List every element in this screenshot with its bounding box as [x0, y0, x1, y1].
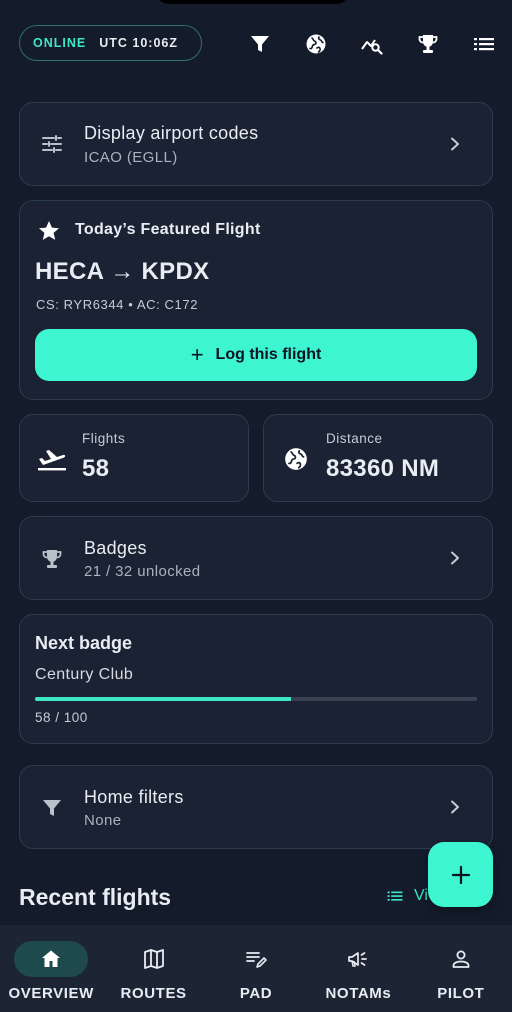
nav-label: OVERVIEW	[8, 985, 94, 1002]
next-badge-progress-fill	[35, 697, 292, 701]
recent-flights-heading: Recent flights	[19, 884, 172, 910]
view-all-label: Vi	[414, 887, 428, 904]
next-badge-progress-bar	[35, 697, 477, 701]
log-flight-button[interactable]: + Log this flight	[35, 329, 477, 381]
status-pill: ONLINE UTC 10:06Z	[19, 25, 202, 61]
filter-icon	[40, 796, 64, 820]
nav-label: PAD	[239, 985, 273, 1002]
badges-row[interactable]: Badges 21 / 32 unlocked	[19, 516, 493, 600]
megaphone-icon	[321, 941, 395, 977]
plus-icon	[451, 865, 470, 884]
notes-edit-icon	[219, 941, 293, 977]
chevron-right-icon	[451, 551, 459, 565]
flights-stat-card: Flights 58	[19, 414, 249, 502]
distance-stat-card: Distance 83360 NM	[263, 414, 493, 502]
globe-icon[interactable]	[304, 32, 328, 56]
badges-title: Badges	[84, 538, 147, 558]
bottom-navigation: OVERVIEW ROUTES PAD NOTAMs PILOT	[0, 925, 512, 1012]
trophy-icon	[40, 547, 64, 571]
airport-codes-value: ICAO (EGLL)	[84, 149, 178, 166]
utc-time: UTC 10:06Z	[99, 36, 179, 50]
next-badge-card: Next badge Century Club 58 / 100	[19, 614, 493, 744]
filter-icon[interactable]	[248, 32, 272, 56]
home-filters-value: None	[84, 812, 122, 829]
nav-notams[interactable]: NOTAMs	[307, 925, 409, 1012]
home-icon	[14, 941, 89, 977]
person-icon	[424, 941, 498, 977]
star-icon	[39, 221, 59, 240]
chart-search-icon[interactable]	[360, 32, 384, 56]
plus-icon: +	[190, 342, 204, 367]
globe-icon	[285, 448, 307, 470]
add-flight-fab[interactable]	[428, 842, 493, 907]
featured-flight-title: Today’s Featured Flight	[75, 221, 261, 238]
log-flight-label: Log this flight	[215, 346, 322, 363]
nav-label: NOTAMs	[325, 985, 392, 1002]
chevron-right-icon	[451, 800, 459, 814]
sliders-icon	[40, 132, 64, 156]
home-filters-title: Home filters	[84, 787, 184, 807]
nav-label: ROUTES	[120, 985, 187, 1002]
next-badge-name: Century Club	[35, 666, 134, 683]
badges-count: 21 / 32 unlocked	[84, 563, 201, 580]
featured-route: HECA → KPDX	[35, 258, 210, 285]
online-status: ONLINE	[33, 36, 87, 50]
nav-pad[interactable]: PAD	[205, 925, 307, 1012]
home-filters-row[interactable]: Home filters None	[19, 765, 493, 849]
nav-label: PILOT	[437, 985, 485, 1002]
next-badge-count: 58 / 100	[35, 710, 88, 725]
camera-notch	[155, 0, 350, 4]
airport-codes-title: Display airport codes	[84, 123, 259, 143]
airport-codes-setting[interactable]: Display airport codes ICAO (EGLL)	[19, 102, 493, 186]
flights-label: Flights	[82, 431, 126, 446]
flights-value: 58	[82, 455, 110, 482]
distance-label: Distance	[326, 431, 383, 446]
nav-overview[interactable]: OVERVIEW	[0, 925, 102, 1012]
nav-pilot[interactable]: PILOT	[410, 925, 512, 1012]
top-bar: ONLINE UTC 10:06Z	[19, 25, 496, 61]
next-badge-title: Next badge	[35, 633, 133, 653]
distance-value: 83360 NM	[326, 455, 440, 482]
map-icon	[117, 941, 191, 977]
list-icon[interactable]	[472, 32, 496, 56]
list-icon	[387, 891, 403, 901]
chevron-right-icon	[451, 137, 459, 151]
featured-flight-card: Today’s Featured Flight HECA → KPDX CS: …	[19, 200, 493, 400]
nav-routes[interactable]: ROUTES	[102, 925, 204, 1012]
plane-takeoff-icon	[38, 450, 66, 471]
featured-callsign-aircraft: CS: RYR6344 • AC: C172	[36, 297, 199, 312]
trophy-icon[interactable]	[416, 32, 440, 56]
view-all-link[interactable]: Vi	[386, 887, 428, 905]
